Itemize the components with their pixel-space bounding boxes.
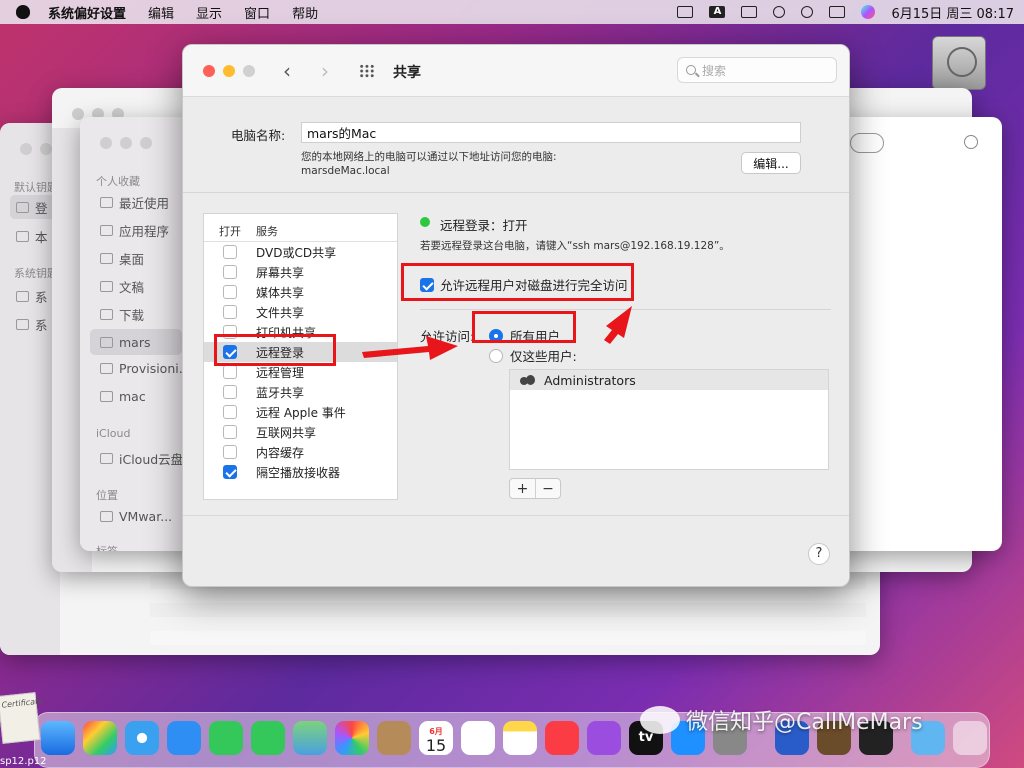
notes-icon[interactable] <box>503 721 537 755</box>
maps-icon[interactable] <box>293 721 327 755</box>
desktop-file-label[interactable]: sp12.p12 <box>0 756 47 767</box>
messages-icon[interactable] <box>251 721 285 755</box>
finder-icon[interactable] <box>41 721 75 755</box>
photos-icon[interactable] <box>335 721 369 755</box>
launchpad-icon[interactable] <box>83 721 117 755</box>
reminders-icon[interactable] <box>461 721 495 755</box>
music-icon[interactable] <box>545 721 579 755</box>
podcasts-icon[interactable] <box>587 721 621 755</box>
trash-icon[interactable] <box>953 721 987 755</box>
wechat-icon <box>640 706 680 734</box>
safari-icon[interactable] <box>125 721 159 755</box>
contacts-icon[interactable] <box>377 721 411 755</box>
annotation-arrow-2 <box>604 306 632 344</box>
annotation-arrows <box>362 306 632 360</box>
facetime-icon[interactable] <box>209 721 243 755</box>
certificate-file-icon[interactable]: Certificate <box>0 692 44 744</box>
calendar-icon[interactable]: 6月 15 <box>419 721 453 755</box>
watermark: 微信知乎@CallMeMars <box>640 704 923 736</box>
mail-icon[interactable] <box>167 721 201 755</box>
annotation-arrow-1 <box>362 336 458 360</box>
